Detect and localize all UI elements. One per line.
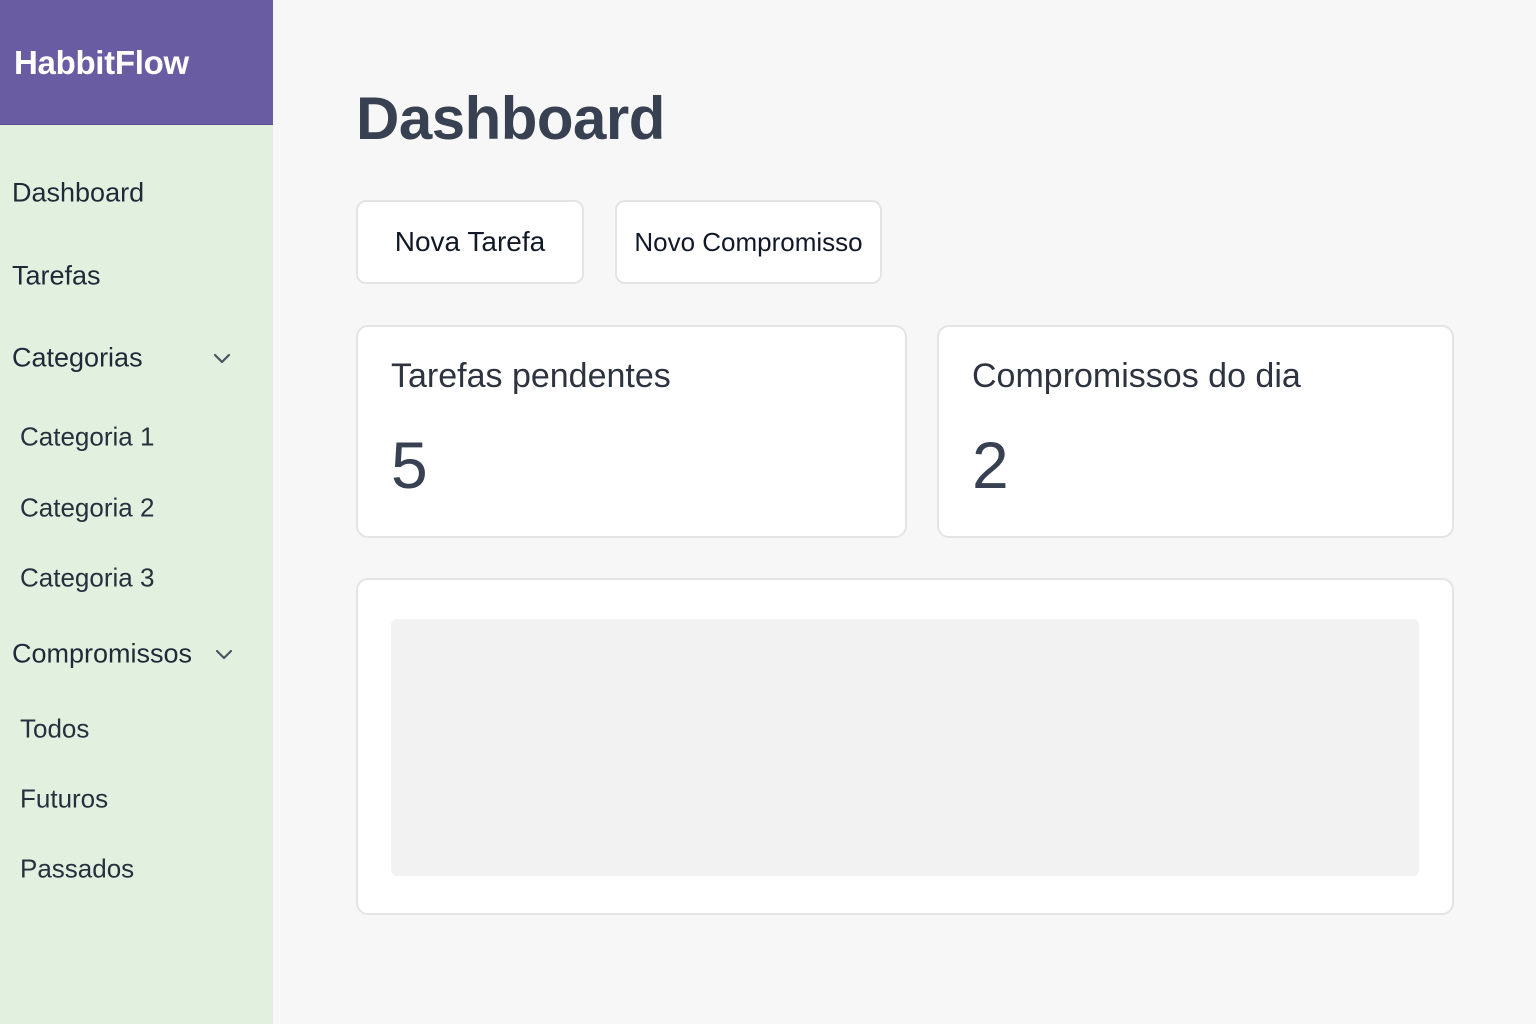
sidebar-item-label: Dashboard <box>12 177 145 208</box>
chevron-down-icon[interactable] <box>210 346 234 370</box>
sidebar-item-label: Categoria 2 <box>20 492 155 523</box>
sidebar-item-label: Categorias <box>12 342 143 373</box>
content-placeholder <box>391 619 1419 876</box>
sidebar-item-categoria-3[interactable]: Categoria 3 <box>0 552 273 604</box>
sidebar-item-label: Categoria 3 <box>20 562 155 593</box>
sidebar-item-todos[interactable]: Todos <box>0 703 273 755</box>
sidebar-item-categoria-2[interactable]: Categoria 2 <box>0 482 273 534</box>
sidebar-item-categoria-1[interactable]: Categoria 1 <box>0 411 273 463</box>
card-title: Tarefas pendentes <box>391 357 671 395</box>
sidebar-item-dashboard[interactable]: Dashboard <box>0 167 273 219</box>
app-logo-text[interactable]: HabbitFlow <box>14 44 189 82</box>
sidebar-group-categorias[interactable]: Categorias <box>0 332 273 384</box>
sidebar-item-futuros[interactable]: Futuros <box>0 773 273 825</box>
sidebar-item-label: Futuros <box>20 783 109 814</box>
app-root: HabbitFlow Dashboard Tarefas Categorias … <box>0 0 1536 1024</box>
sidebar-item-tarefas[interactable]: Tarefas <box>0 250 273 302</box>
sidebar-item-label: Todos <box>20 713 90 744</box>
sidebar-item-label: Compromissos <box>12 638 193 669</box>
pending-tasks-card: Tarefas pendentes 5 <box>356 325 907 538</box>
content-panel <box>356 578 1454 915</box>
sidebar: HabbitFlow Dashboard Tarefas Categorias … <box>0 0 273 1024</box>
brand-header: HabbitFlow <box>0 0 273 125</box>
card-title: Compromissos do dia <box>972 357 1301 395</box>
sidebar-item-label: Categoria 1 <box>20 421 155 452</box>
sidebar-item-label: Passados <box>20 853 135 884</box>
today-appointments-card: Compromissos do dia 2 <box>937 325 1454 538</box>
sidebar-group-compromissos[interactable]: Compromissos <box>0 628 273 680</box>
chevron-down-icon[interactable] <box>212 642 236 666</box>
new-appointment-button[interactable]: Novo Compromisso <box>615 200 882 284</box>
card-value: 5 <box>391 428 428 502</box>
page-title: Dashboard <box>356 85 665 152</box>
new-task-button[interactable]: Nova Tarefa <box>356 200 584 284</box>
sidebar-item-passados[interactable]: Passados <box>0 843 273 895</box>
card-value: 2 <box>972 428 1009 502</box>
sidebar-item-label: Tarefas <box>12 260 101 291</box>
